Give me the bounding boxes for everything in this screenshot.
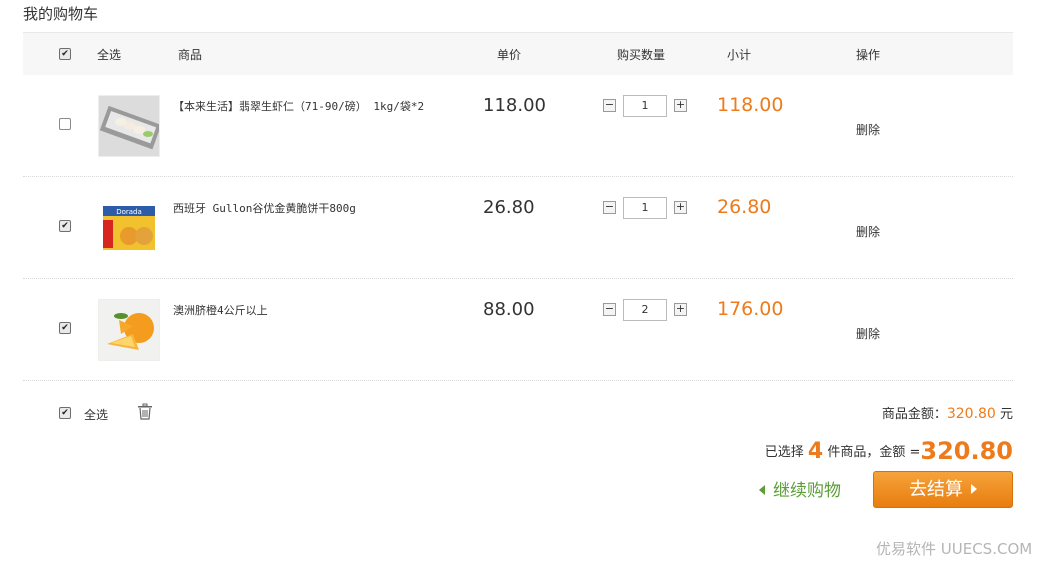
continue-shopping-link[interactable]: 继续购物	[759, 476, 841, 501]
checkout-label: 去结算	[909, 479, 963, 500]
goods-total-value: 320.80	[946, 406, 996, 422]
quantity-stepper: − 1 +	[603, 197, 689, 219]
item-subtotal: 26.80	[717, 196, 772, 218]
column-product: 商品	[178, 48, 203, 62]
item-checkbox[interactable]	[59, 322, 71, 334]
cart-footer: 全选 商品金额：320.80 元 已选择 4 件商品，金额 =320.80 继续…	[23, 381, 1013, 511]
quantity-input[interactable]: 2	[623, 299, 667, 321]
footer-select-all-label[interactable]: 全选	[84, 406, 108, 423]
checkout-button[interactable]: 去结算	[873, 471, 1013, 508]
selected-prefix: 已选择	[764, 445, 804, 460]
plus-icon[interactable]: +	[674, 201, 687, 214]
svg-text:Dorada: Dorada	[116, 208, 142, 216]
minus-icon[interactable]: −	[603, 201, 616, 214]
item-name[interactable]: 【本来生活】翡翠生虾仁（71-90/磅） 1kg/袋*2	[173, 98, 424, 114]
item-subtotal: 118.00	[717, 94, 784, 116]
selection-summary: 已选择 4 件商品，金额 =320.80	[765, 437, 1013, 465]
minus-icon[interactable]: −	[603, 99, 616, 112]
column-quantity: 购买数量	[617, 48, 666, 62]
item-checkbox[interactable]	[59, 220, 71, 232]
delete-link[interactable]: 删除	[856, 223, 880, 240]
item-price: 26.80	[483, 197, 535, 218]
page-title: 我的购物车	[23, 5, 99, 23]
quantity-stepper: − 2 +	[603, 299, 689, 321]
column-action: 操作	[856, 48, 881, 62]
cart-item-row: Dorada 西班牙 Gullon谷优金黄脆饼干800g 26.80 − 1 +…	[23, 177, 1013, 279]
item-checkbox[interactable]	[59, 118, 71, 130]
column-unit-price: 单价	[497, 48, 522, 62]
selected-count: 4	[807, 439, 824, 464]
cart-table: 全选 商品 单价 购买数量 小计 操作 【本来生活】翡翠生虾仁（71-90/磅）…	[23, 32, 1013, 511]
grand-total: 320.80	[920, 437, 1013, 465]
quantity-input[interactable]: 1	[623, 95, 667, 117]
arrow-right-icon	[971, 484, 977, 494]
item-price: 88.00	[483, 299, 535, 320]
select-all-label: 全选	[97, 48, 122, 62]
quantity-stepper: − 1 +	[603, 95, 689, 117]
currency-label: 元	[999, 407, 1013, 422]
minus-icon[interactable]: −	[603, 303, 616, 316]
delete-link[interactable]: 删除	[856, 121, 880, 138]
selected-suffix: 件商品，金额 =	[827, 445, 921, 460]
cart-item-row: 澳洲脐橙4公斤以上 88.00 − 2 + 176.00 删除	[23, 279, 1013, 381]
cart-header: 全选 商品 单价 购买数量 小计 操作	[23, 32, 1013, 75]
trash-icon[interactable]	[137, 403, 153, 424]
delete-link[interactable]: 删除	[856, 325, 880, 342]
goods-total-label: 商品金额：	[881, 407, 947, 422]
cracker-box-image[interactable]: Dorada	[98, 197, 160, 259]
plus-icon[interactable]: +	[674, 99, 687, 112]
item-price: 118.00	[483, 95, 546, 116]
item-name[interactable]: 澳洲脐橙4公斤以上	[173, 302, 268, 318]
watermark: 优易软件 UUECS.COM	[876, 540, 1033, 558]
arrow-left-icon	[759, 485, 765, 495]
item-name[interactable]: 西班牙 Gullon谷优金黄脆饼干800g	[173, 200, 356, 216]
orange-image[interactable]	[98, 299, 160, 361]
column-subtotal: 小计	[727, 48, 752, 62]
quantity-input[interactable]: 1	[623, 197, 667, 219]
select-all-checkbox[interactable]	[59, 48, 71, 60]
footer-select-all-checkbox[interactable]	[59, 407, 71, 419]
plus-icon[interactable]: +	[674, 303, 687, 316]
item-subtotal: 176.00	[717, 298, 784, 320]
shrimp-image[interactable]	[98, 95, 160, 157]
cart-item-row: 【本来生活】翡翠生虾仁（71-90/磅） 1kg/袋*2 118.00 − 1 …	[23, 75, 1013, 177]
goods-total: 商品金额：320.80 元	[882, 403, 1013, 422]
continue-shopping-label: 继续购物	[773, 481, 841, 501]
